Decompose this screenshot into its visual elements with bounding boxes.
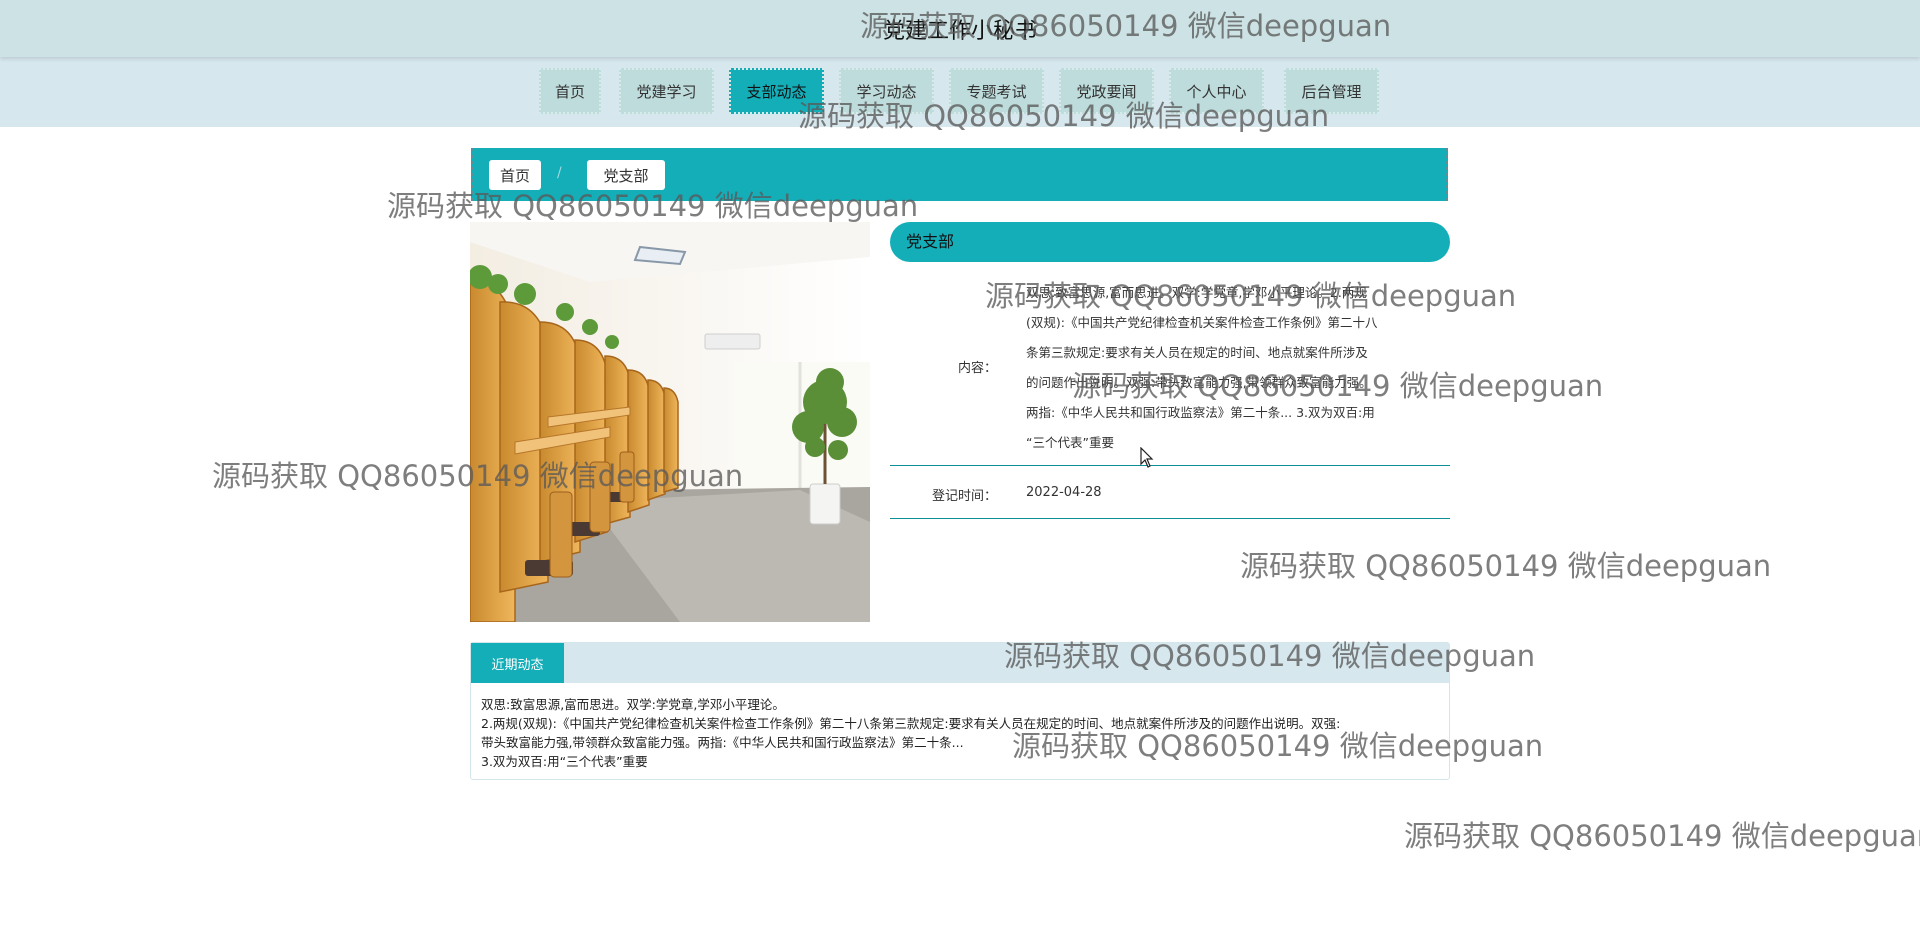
breadcrumb: 首页 / 党支部 xyxy=(471,148,1448,201)
nav-item-topic-exam[interactable]: 专题考试 xyxy=(949,68,1044,114)
nav-item-branch-news[interactable]: 支部动态 xyxy=(729,68,824,114)
nav-item-political-news[interactable]: 党政要闻 xyxy=(1059,68,1154,114)
site-title: 党建工作小秘书 xyxy=(882,19,1037,44)
watermark: 源码获取 QQ86050149 微信deepguan xyxy=(1240,549,1772,583)
detail-title: 党支部 xyxy=(890,222,1450,262)
recent-line: 3.双为双百:用“三个代表”重要 xyxy=(481,754,648,769)
nav-item-admin[interactable]: 后台管理 xyxy=(1284,68,1379,114)
nav-item-personal-center[interactable]: 个人中心 xyxy=(1169,68,1264,114)
nav-item-study-news[interactable]: 学习动态 xyxy=(839,68,934,114)
time-value: 2022-04-28 xyxy=(1026,485,1102,500)
content-line: “三个代表”重要 xyxy=(1026,435,1114,450)
recent-line: 双思:致富思源,富而思进。双学:学党章,学邓小平理论。 xyxy=(481,697,785,712)
recent-news-header: 近期动态 xyxy=(471,643,1449,683)
content-line: (双规):《中国共产党纪律检查机关案件检查工作条例》第二十八 xyxy=(1026,315,1378,330)
divider xyxy=(890,518,1450,519)
content-label: 内容： xyxy=(957,361,997,376)
breadcrumb-separator: / xyxy=(557,165,562,181)
content-line: 双思:致富思源,富而思进。双学:学党章,学邓小平理论。2.两规 xyxy=(1026,285,1367,300)
content-line: 条第三款规定:要求有关人员在规定的时间、地点就案件所涉及 xyxy=(1026,345,1368,360)
top-header: 党建工作小秘书 xyxy=(0,0,1920,57)
content-text: 双思:致富思源,富而思进。双学:学党章,学邓小平理论。2.两规 (双规):《中国… xyxy=(1026,278,1426,458)
recent-news-text: 双思:致富思源,富而思进。双学:学党章,学邓小平理论。 2.两规(双规):《中国… xyxy=(481,695,1441,771)
branch-photo xyxy=(470,222,870,622)
mouse-cursor-icon xyxy=(1140,447,1154,468)
breadcrumb-home[interactable]: 首页 xyxy=(489,160,541,190)
watermark: 源码获取 QQ86050149 微信deepguan xyxy=(1404,819,1920,853)
time-label: 登记时间： xyxy=(931,489,997,504)
content-line: 两指:《中华人民共和国行政监察法》第二十条... 3.双为双百:用 xyxy=(1026,405,1375,420)
nav-item-home[interactable]: 首页 xyxy=(539,68,601,114)
breadcrumb-current[interactable]: 党支部 xyxy=(587,160,665,190)
recent-news-tab[interactable]: 近期动态 xyxy=(471,643,564,683)
divider xyxy=(890,465,1450,466)
main-nav: 首页 党建学习 支部动态 学习动态 专题考试 党政要闻 个人中心 后台管理 xyxy=(0,57,1920,127)
nav-item-party-study[interactable]: 党建学习 xyxy=(619,68,714,114)
recent-line: 2.两规(双规):《中国共产党纪律检查机关案件检查工作条例》第二十八条第三款规定… xyxy=(481,716,1341,731)
content-line: 的问题作出说明。双强:带头致富能力强,带领群众致富能力强。 xyxy=(1026,375,1372,390)
recent-line: 带头致富能力强,带领群众致富能力强。两指:《中华人民共和国行政监察法》第二十条.… xyxy=(481,735,964,750)
recent-news-panel: 近期动态 双思:致富思源,富而思进。双学:学党章,学邓小平理论。 2.两规(双规… xyxy=(470,642,1450,780)
